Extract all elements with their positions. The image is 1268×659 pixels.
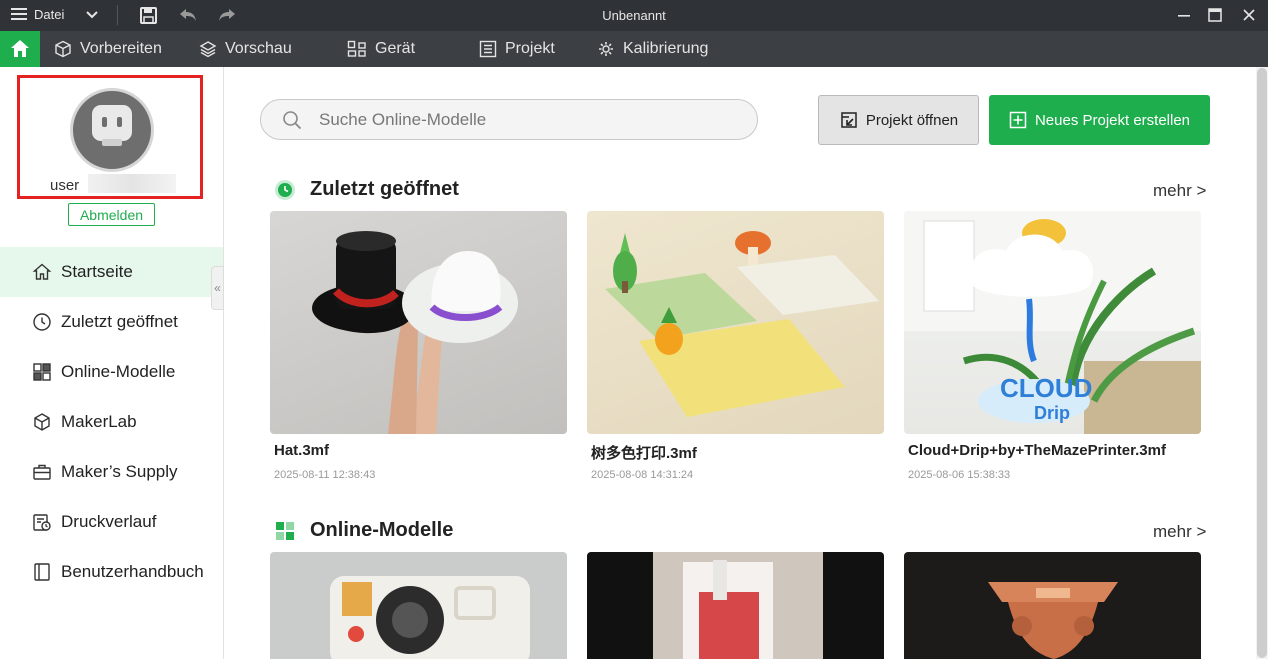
recent-section-label: Zuletzt geöffnet: [310, 178, 459, 200]
supply-icon: [33, 464, 51, 480]
recent-card-thumbnail[interactable]: CLOUD Drip: [904, 211, 1201, 434]
recent-card-name[interactable]: Hat.3mf: [274, 442, 329, 459]
sidebar-item-label: Zuletzt geöffnet: [61, 312, 178, 331]
sidebar-item-label: Maker’s Supply: [61, 462, 178, 481]
sidebar-item-supply[interactable]: Maker’s Supply: [0, 447, 223, 497]
makerlab-icon: [34, 413, 50, 431]
recent-card-date: 2025-08-06 15:38:33: [908, 469, 1011, 481]
hamburger-icon: [11, 8, 27, 20]
clock-icon: [33, 313, 51, 331]
tab-prepare-label: Vorbereiten: [80, 40, 162, 57]
home-tab[interactable]: [0, 31, 40, 67]
svg-text:CLOUD: CLOUD: [1000, 373, 1092, 403]
sidebar-item-manual[interactable]: Benutzerhandbuch: [0, 547, 223, 597]
open-project-button[interactable]: Projekt öffnen: [818, 95, 979, 145]
new-project-label: Neues Projekt erstellen: [1034, 111, 1191, 129]
open-file-icon: [841, 112, 857, 128]
layers-icon: [199, 41, 217, 58]
calibration-icon: [599, 42, 613, 56]
svg-text:Drip: Drip: [1034, 403, 1070, 423]
file-menu-button[interactable]: Datei: [10, 6, 64, 22]
redo-icon[interactable]: [217, 6, 237, 24]
search-input[interactable]: [319, 109, 739, 131]
online-card-thumbnail[interactable]: [587, 552, 884, 659]
sidebar-item-label: Startseite: [61, 262, 133, 281]
project-icon: [479, 40, 497, 58]
dispenser-model-image: [653, 552, 823, 659]
online-more-link[interactable]: mehr >: [1153, 522, 1206, 542]
print-history-icon: [33, 514, 51, 531]
online-section-label: Online-Modelle: [310, 519, 454, 541]
tab-prepare[interactable]: Vorbereiten: [54, 31, 162, 67]
cube-icon: [55, 40, 71, 58]
search-bar[interactable]: [260, 99, 758, 140]
device-icon: [347, 40, 366, 57]
recent-card-name[interactable]: 树多色打印.3mf: [591, 442, 697, 463]
camera-model-image: [330, 576, 530, 659]
sidebar-item-print-history[interactable]: Druckverlauf: [0, 497, 223, 547]
toolbar-divider: [117, 5, 118, 25]
recent-section-title: Zuletzt geöffnet: [274, 178, 459, 201]
online-card-thumbnail[interactable]: [270, 552, 567, 659]
sidebar-item-label: Online-Modelle: [61, 362, 176, 381]
close-icon[interactable]: [1240, 6, 1258, 24]
highlight-box: [17, 75, 203, 199]
search-icon: [283, 111, 302, 130]
logout-button[interactable]: Abmelden: [68, 203, 155, 226]
file-menu-label: Datei: [34, 6, 65, 22]
recent-card-date: 2025-08-08 14:31:24: [591, 469, 694, 481]
title-bar: Datei Unbenannt: [0, 0, 1268, 31]
tab-preview-label: Vorschau: [225, 40, 292, 57]
tab-calibration[interactable]: Kalibrierung: [597, 31, 708, 67]
tab-device[interactable]: Gerät: [347, 31, 415, 67]
recent-card-date: 2025-08-11 12:38:43: [274, 469, 376, 481]
recent-more-link[interactable]: mehr >: [1153, 181, 1206, 201]
tab-device-label: Gerät: [375, 40, 416, 57]
models-icon: [33, 363, 51, 381]
home-icon: [32, 263, 52, 280]
sidebar-item-label: Benutzerhandbuch: [61, 562, 204, 581]
ornate-vase-model-image: [988, 582, 1118, 659]
online-section-title: Online-Modelle: [274, 519, 453, 542]
cloud-drip-model-image: CLOUD Drip: [904, 211, 1201, 434]
tab-project-label: Projekt: [505, 40, 555, 57]
sidebar-item-home[interactable]: Startseite: [0, 247, 223, 297]
new-project-button[interactable]: Neues Projekt erstellen: [989, 95, 1210, 145]
sidebar: user Abmelden Startseite Zuletzt geöffne…: [0, 67, 224, 659]
maximize-icon[interactable]: [1206, 6, 1224, 24]
new-project-icon: [1009, 111, 1027, 129]
sidebar-collapse-handle[interactable]: «: [211, 266, 224, 310]
sidebar-item-makerlab[interactable]: MakerLab: [0, 397, 223, 447]
manual-icon: [34, 563, 50, 581]
scrollbar-thumb[interactable]: [1257, 68, 1267, 658]
double-chevron-left-icon: «: [214, 281, 221, 295]
sidebar-item-online-models[interactable]: Online-Modelle: [0, 347, 223, 397]
tab-project[interactable]: Projekt: [479, 31, 555, 67]
tab-preview[interactable]: Vorschau: [199, 31, 292, 67]
clock-icon: [275, 179, 295, 200]
sidebar-item-recent[interactable]: Zuletzt geöffnet: [0, 297, 223, 347]
open-project-label: Projekt öffnen: [865, 111, 959, 129]
sidebar-item-label: Druckverlauf: [61, 512, 157, 531]
multicolor-model-image: [605, 231, 879, 417]
sidebar-item-label: MakerLab: [61, 412, 137, 431]
chevron-down-icon[interactable]: [84, 7, 100, 23]
undo-icon[interactable]: [178, 6, 198, 24]
minimize-icon[interactable]: [1175, 6, 1193, 24]
online-card-thumbnail[interactable]: [904, 552, 1201, 659]
main-nav-bar: Vorbereiten Vorschau Gerät Projekt Kalib…: [0, 31, 1268, 67]
home-icon: [11, 40, 29, 57]
recent-card-thumbnail[interactable]: [270, 211, 567, 434]
tab-calibration-label: Kalibrierung: [623, 40, 709, 57]
recent-card-thumbnail[interactable]: [587, 211, 884, 434]
save-icon[interactable]: [139, 6, 158, 25]
recent-card-name[interactable]: Cloud+Drip+by+TheMazePrinter.3mf: [908, 442, 1166, 459]
models-icon: [276, 521, 294, 540]
hat-model-image: [312, 231, 518, 434]
